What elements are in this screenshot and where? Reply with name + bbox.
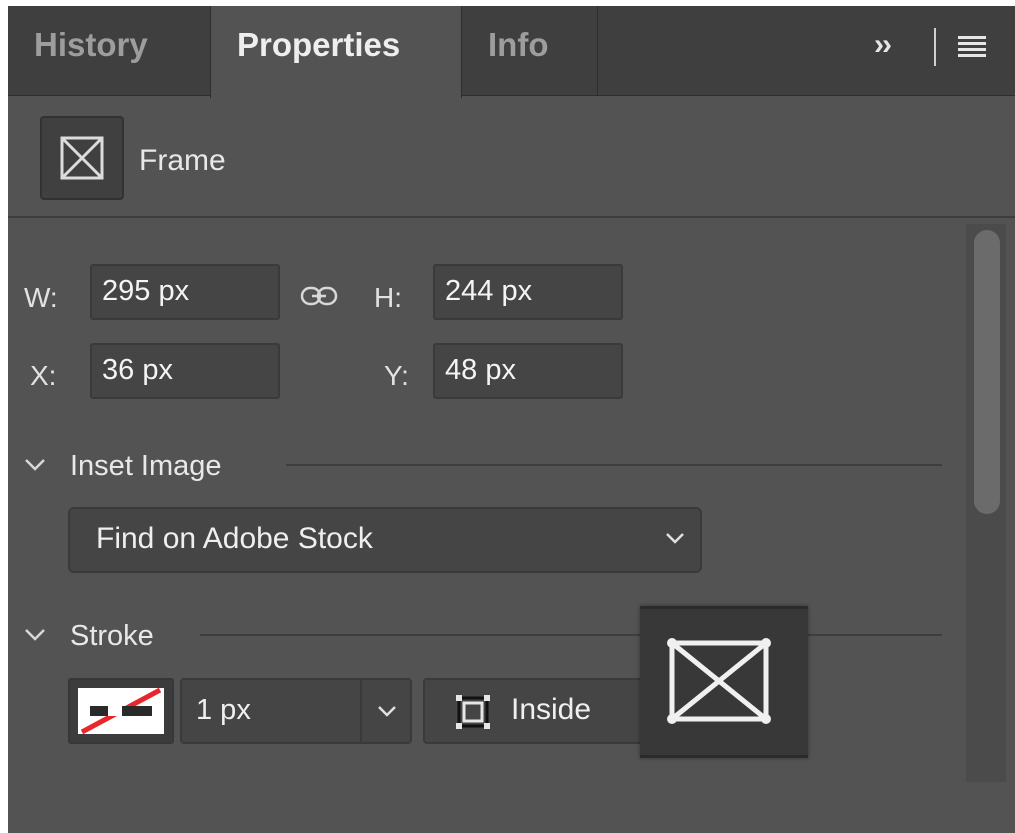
stroke-color-swatch[interactable] bbox=[68, 678, 174, 744]
frame-drag-preview bbox=[640, 606, 808, 758]
section-divider bbox=[286, 464, 942, 466]
scrollbar[interactable] bbox=[966, 224, 1006, 782]
panel-menu-icon[interactable] bbox=[958, 36, 986, 58]
x-label: X: bbox=[30, 360, 57, 391]
inset-image-chevron-down-icon[interactable] bbox=[24, 458, 46, 472]
tab-divider bbox=[934, 28, 936, 66]
layer-kind-header: Frame bbox=[8, 98, 1015, 218]
inset-image-section-title[interactable]: Inset Image bbox=[70, 450, 222, 483]
scrollbar-thumb[interactable] bbox=[974, 230, 1000, 514]
tab-history[interactable]: History bbox=[8, 6, 210, 96]
y-label: Y: bbox=[384, 360, 409, 391]
y-field[interactable]: 48 px bbox=[433, 343, 623, 399]
layer-kind-label: Frame bbox=[139, 144, 226, 177]
frame-tool-icon bbox=[667, 638, 771, 724]
tab-properties[interactable]: Properties bbox=[210, 6, 462, 98]
stroke-alignment-label: Inside bbox=[511, 693, 592, 726]
width-field[interactable]: 295 px bbox=[90, 264, 280, 320]
tab-info[interactable]: Info bbox=[462, 6, 598, 96]
width-label: W: bbox=[24, 282, 58, 313]
height-label: H: bbox=[374, 282, 402, 313]
x-field[interactable]: 36 px bbox=[90, 343, 280, 399]
section-divider bbox=[200, 634, 942, 636]
tab-bar: History Properties Info ›› bbox=[8, 6, 1015, 98]
chevron-down-icon bbox=[378, 706, 396, 717]
frame-icon bbox=[40, 116, 124, 200]
stroke-alignment-select[interactable]: Inside bbox=[423, 678, 653, 744]
find-on-adobe-stock-dropdown[interactable]: Find on Adobe Stock bbox=[68, 507, 702, 573]
properties-panel: History Properties Info ›› Frame W: 295 … bbox=[8, 6, 1015, 833]
dropdown-label: Find on Adobe Stock bbox=[96, 522, 373, 555]
no-color-swatch-icon bbox=[78, 688, 164, 734]
link-icon[interactable] bbox=[300, 285, 338, 307]
chevron-down-icon bbox=[666, 533, 684, 544]
stroke-section-title[interactable]: Stroke bbox=[70, 620, 154, 653]
stroke-inside-align-icon bbox=[456, 695, 490, 729]
tab-overflow-icon[interactable]: ›› bbox=[874, 28, 892, 62]
stroke-chevron-down-icon[interactable] bbox=[24, 628, 46, 642]
height-field[interactable]: 244 px bbox=[433, 264, 623, 320]
stroke-width-field[interactable]: 1 px bbox=[180, 678, 364, 744]
stroke-width-dropdown-button[interactable] bbox=[360, 678, 412, 744]
